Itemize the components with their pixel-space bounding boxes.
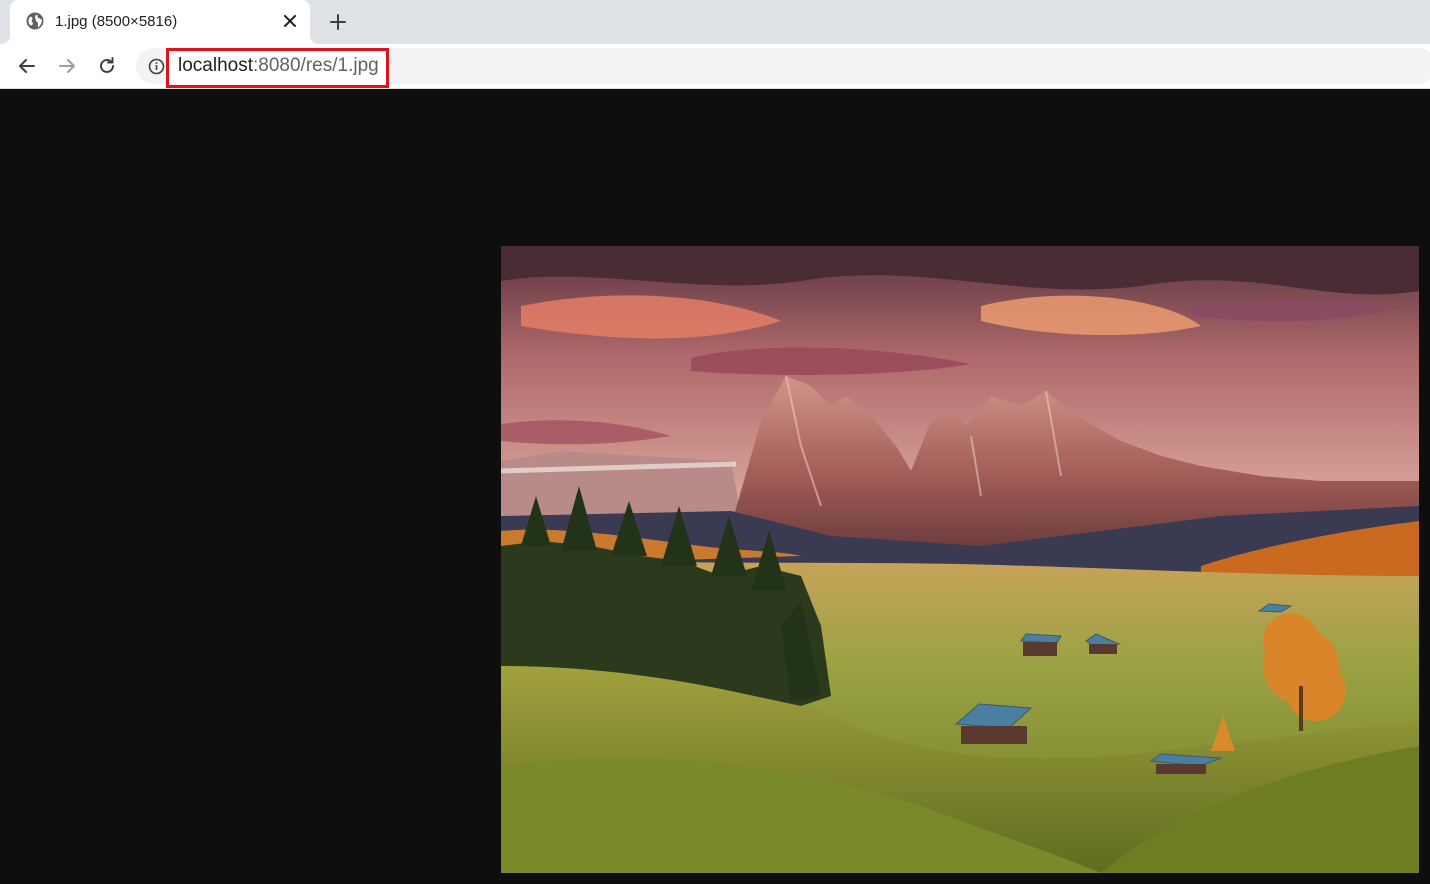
globe-icon: [26, 12, 44, 30]
reload-icon: [100, 57, 114, 73]
tab-title: 1.jpg (8500×5816): [55, 13, 178, 30]
tab-close-button[interactable]: [280, 11, 300, 31]
back-button[interactable]: [13, 52, 41, 80]
image-viewer: [0, 89, 1430, 884]
tab-strip: 1.jpg (8500×5816): [0, 0, 1430, 44]
address-bar[interactable]: localhost:8080/res/1.jpg: [136, 48, 1430, 88]
url-host: localhost: [178, 55, 253, 76]
url-path: :8080/res/1.jpg: [253, 55, 379, 76]
reload-button[interactable]: [93, 52, 121, 80]
arrow-right-icon: [59, 59, 75, 73]
landscape-image[interactable]: [501, 246, 1419, 873]
url-field[interactable]: localhost:8080/res/1.jpg: [178, 55, 379, 77]
forward-button[interactable]: [53, 52, 81, 80]
close-icon: [284, 15, 296, 27]
new-tab-button[interactable]: [324, 8, 352, 36]
arrow-left-icon: [19, 59, 35, 73]
plus-icon: [330, 14, 346, 30]
info-icon[interactable]: [148, 58, 165, 75]
browser-tab[interactable]: 1.jpg (8500×5816): [10, 0, 310, 44]
browser-toolbar: localhost:8080/res/1.jpg: [0, 44, 1430, 89]
